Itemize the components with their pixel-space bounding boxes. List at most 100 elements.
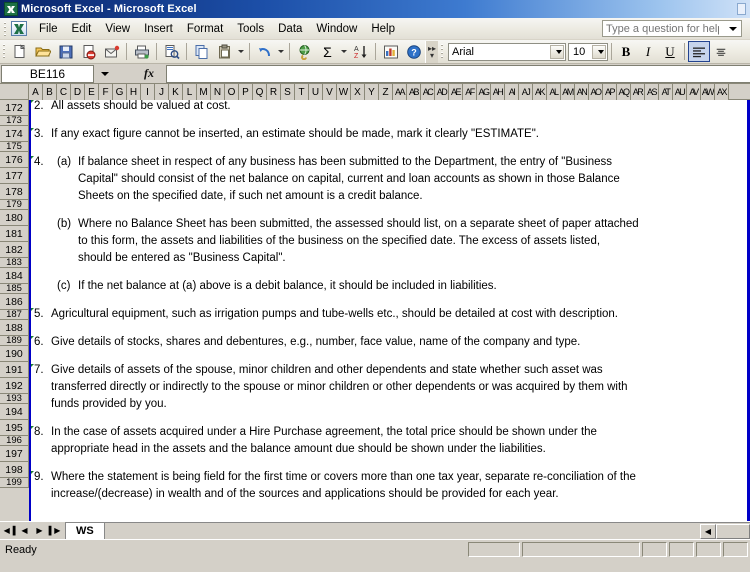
- row-header-192[interactable]: 192: [0, 378, 29, 394]
- row-header-180[interactable]: 180: [0, 210, 29, 226]
- undo-button[interactable]: [253, 41, 276, 63]
- formula-input[interactable]: [166, 64, 750, 83]
- open-folder-button[interactable]: [31, 41, 54, 63]
- align-center-button[interactable]: [710, 41, 732, 62]
- column-header-ak[interactable]: AK: [533, 84, 547, 100]
- row-header-184[interactable]: 184: [0, 268, 29, 284]
- menu-item-file[interactable]: File: [32, 20, 65, 38]
- column-header-l[interactable]: L: [183, 84, 197, 100]
- row-header-198[interactable]: 198: [0, 462, 29, 478]
- row-header-174[interactable]: 174: [0, 126, 29, 142]
- name-box-chevron-down-icon[interactable]: [94, 71, 116, 76]
- row-header-186[interactable]: 186: [0, 294, 29, 310]
- column-header-z[interactable]: Z: [379, 84, 393, 100]
- row-header-175[interactable]: 175: [0, 142, 29, 152]
- row-header-189[interactable]: 189: [0, 336, 29, 346]
- autosum-dropdown-icon[interactable]: [339, 41, 349, 63]
- paste-button[interactable]: [213, 41, 236, 63]
- column-header-p[interactable]: P: [239, 84, 253, 100]
- row-header-196[interactable]: 196: [0, 436, 29, 446]
- column-header-aw[interactable]: AW: [701, 84, 715, 100]
- column-header-ab[interactable]: AB: [407, 84, 421, 100]
- menu-item-insert[interactable]: Insert: [137, 20, 180, 38]
- column-header-y[interactable]: Y: [365, 84, 379, 100]
- column-header-t[interactable]: T: [295, 84, 309, 100]
- scroll-left-button[interactable]: ◀: [700, 523, 716, 539]
- document-icon[interactable]: [11, 21, 27, 36]
- column-header-a[interactable]: A: [29, 84, 43, 100]
- chevron-down-icon[interactable]: [726, 21, 739, 36]
- save-button[interactable]: [54, 41, 77, 63]
- column-header-s[interactable]: S: [281, 84, 295, 100]
- menu-item-format[interactable]: Format: [180, 20, 230, 38]
- column-header-n[interactable]: N: [211, 84, 225, 100]
- menu-item-help[interactable]: Help: [364, 20, 402, 38]
- help-button[interactable]: ?: [402, 41, 425, 63]
- row-header-179[interactable]: 179: [0, 200, 29, 210]
- toolbar-options-button[interactable]: ▸▸ ▾: [425, 40, 438, 63]
- column-header-ae[interactable]: AE: [449, 84, 463, 100]
- first-sheet-button[interactable]: ◀▐: [2, 523, 17, 538]
- column-header-x[interactable]: X: [351, 84, 365, 100]
- underline-button[interactable]: U: [659, 41, 681, 62]
- menu-item-window[interactable]: Window: [309, 20, 364, 38]
- last-sheet-button[interactable]: ▌▶: [47, 523, 62, 538]
- column-header-ao[interactable]: AO: [589, 84, 603, 100]
- column-header-as[interactable]: AS: [645, 84, 659, 100]
- column-header-d[interactable]: D: [71, 84, 85, 100]
- copy-button[interactable]: [190, 41, 213, 63]
- row-header-190[interactable]: 190: [0, 346, 29, 362]
- paste-options-dropdown-icon[interactable]: [236, 41, 246, 63]
- column-header-af[interactable]: AF: [463, 84, 477, 100]
- column-header-o[interactable]: O: [225, 84, 239, 100]
- print-preview-button[interactable]: [160, 41, 183, 63]
- ask-a-question-input[interactable]: [603, 21, 721, 36]
- row-header-191[interactable]: 191: [0, 362, 29, 378]
- row-header-199[interactable]: 199: [0, 478, 29, 488]
- column-header-c[interactable]: C: [57, 84, 71, 100]
- row-header-181[interactable]: 181: [0, 226, 29, 242]
- column-header-m[interactable]: M: [197, 84, 211, 100]
- column-header-ac[interactable]: AC: [421, 84, 435, 100]
- row-header-172[interactable]: 172: [0, 100, 29, 116]
- menu-gripper[interactable]: [1, 19, 10, 39]
- column-header-ad[interactable]: AD: [435, 84, 449, 100]
- column-header-u[interactable]: U: [309, 84, 323, 100]
- column-header-an[interactable]: AN: [575, 84, 589, 100]
- sort-ascending-button[interactable]: AZ: [349, 41, 372, 63]
- row-header-182[interactable]: 182: [0, 242, 29, 258]
- column-header-ap[interactable]: AP: [603, 84, 617, 100]
- column-header-aa[interactable]: AA: [393, 84, 407, 100]
- column-header-i[interactable]: I: [141, 84, 155, 100]
- row-header-176[interactable]: 176: [0, 152, 29, 168]
- toolbar-gripper[interactable]: [0, 41, 8, 63]
- column-header-r[interactable]: R: [267, 84, 281, 100]
- row-header-194[interactable]: 194: [0, 404, 29, 420]
- row-header-197[interactable]: 197: [0, 446, 29, 462]
- menu-item-tools[interactable]: Tools: [230, 20, 271, 38]
- row-header-187[interactable]: 187: [0, 310, 29, 320]
- print-button[interactable]: [130, 41, 153, 63]
- ask-a-question-box[interactable]: [602, 20, 742, 37]
- column-header-ai[interactable]: AI: [505, 84, 519, 100]
- column-header-e[interactable]: E: [85, 84, 99, 100]
- hyperlink-button[interactable]: [293, 41, 316, 63]
- column-header-aq[interactable]: AQ: [617, 84, 631, 100]
- row-header-193[interactable]: 193: [0, 394, 29, 404]
- menu-item-data[interactable]: Data: [271, 20, 309, 38]
- undo-history-dropdown-icon[interactable]: [276, 41, 286, 63]
- font-name-combo[interactable]: Arial: [448, 42, 566, 61]
- column-header-am[interactable]: AM: [561, 84, 575, 100]
- column-header-ag[interactable]: AG: [477, 84, 491, 100]
- next-sheet-button[interactable]: ▶: [32, 523, 47, 538]
- column-header-at[interactable]: AT: [659, 84, 673, 100]
- column-header-h[interactable]: H: [127, 84, 141, 100]
- column-header-aj[interactable]: AJ: [519, 84, 533, 100]
- autosum-button[interactable]: Σ: [316, 41, 339, 63]
- window-controls-placeholder[interactable]: [737, 3, 746, 15]
- row-header-185[interactable]: 185: [0, 284, 29, 294]
- column-header-av[interactable]: AV: [687, 84, 701, 100]
- horizontal-scrollbar[interactable]: ◀: [630, 522, 750, 539]
- row-header-178[interactable]: 178: [0, 184, 29, 200]
- previous-sheet-button[interactable]: ◀: [17, 523, 32, 538]
